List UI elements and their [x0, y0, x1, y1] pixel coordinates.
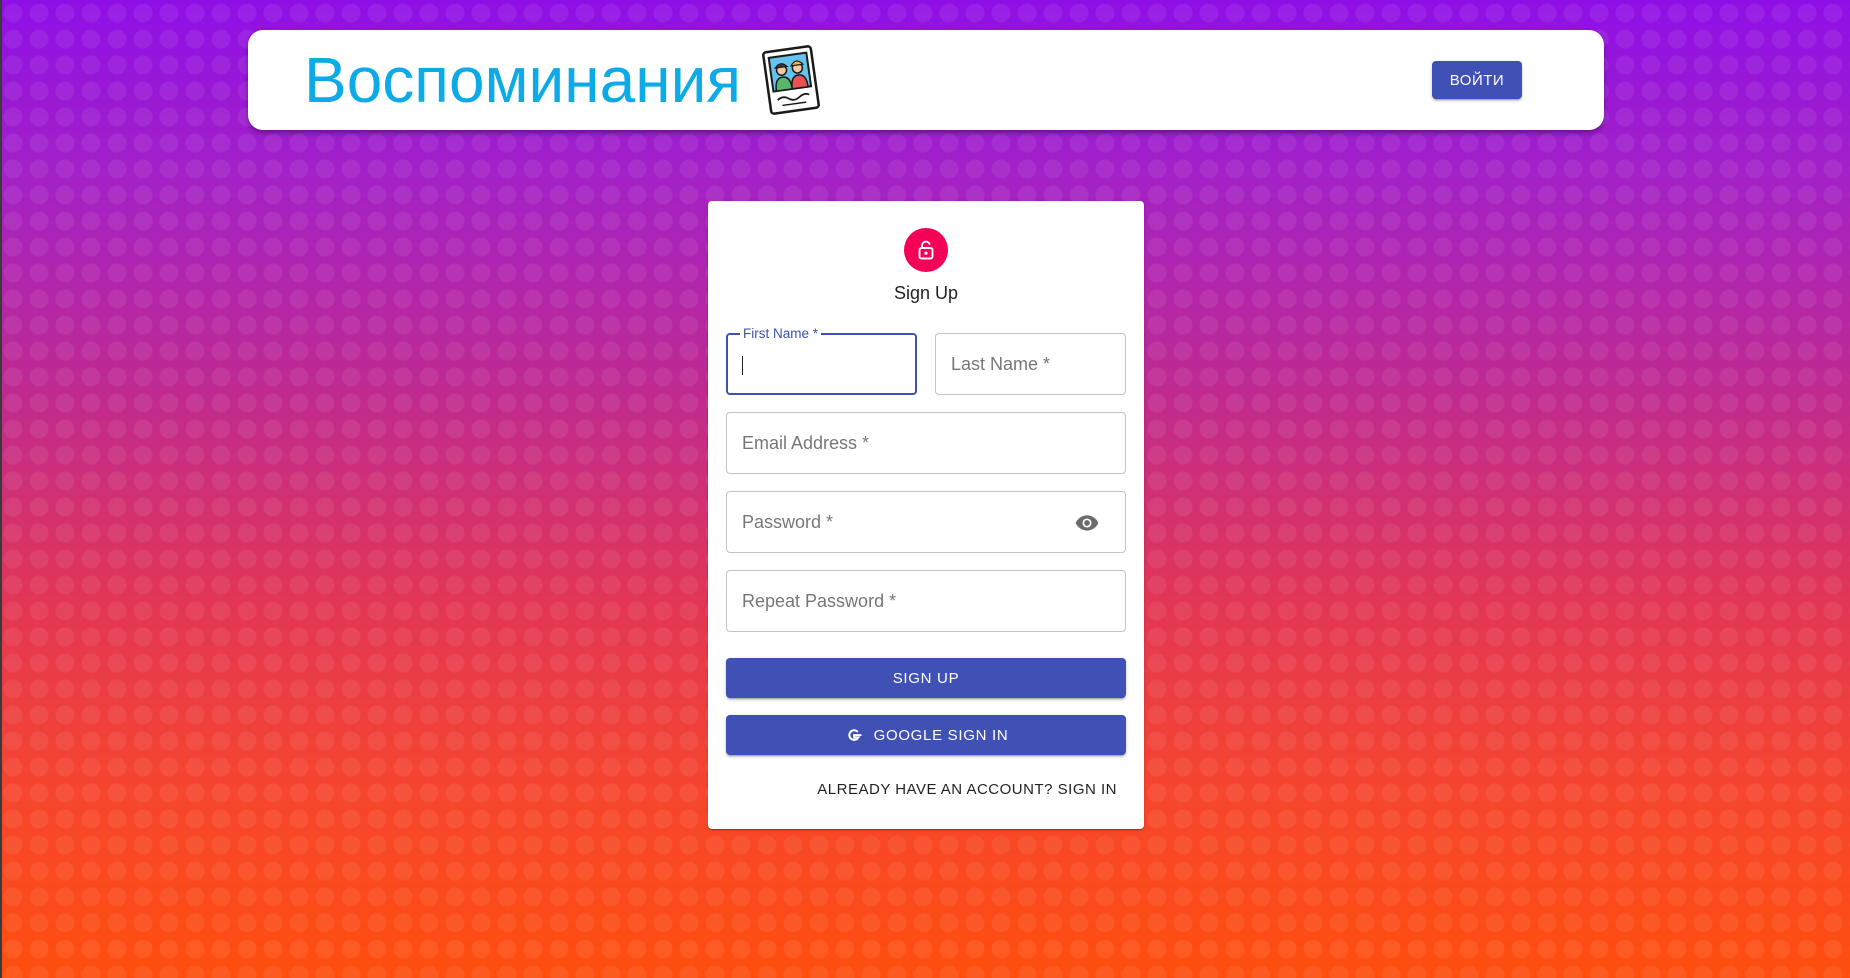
form-title: Sign Up: [893, 283, 959, 303]
signup-button[interactable]: SIGN UP: [726, 658, 1126, 698]
signup-card: Sign Up First Name * Last Name * Email A…: [708, 201, 1144, 829]
email-field[interactable]: Email Address *: [726, 412, 1126, 474]
google-signin-button[interactable]: GOOGLE SIGN IN: [726, 715, 1126, 755]
login-button[interactable]: ВОЙТИ: [1432, 61, 1522, 99]
email-input[interactable]: [727, 413, 1125, 473]
last-name-input[interactable]: [936, 334, 1125, 394]
first-name-input[interactable]: [728, 335, 915, 393]
signin-switch-link[interactable]: ALREADY HAVE AN ACCOUNT? SIGN IN: [817, 781, 1117, 798]
password-input[interactable]: [727, 492, 1125, 552]
window-edge: [0, 0, 2, 978]
signup-button-label: SIGN UP: [892, 669, 960, 687]
repeat-password-field[interactable]: Repeat Password *: [726, 570, 1126, 632]
memories-photo-icon: [759, 45, 823, 115]
google-button-label: GOOGLE SIGN IN: [873, 726, 1009, 744]
eye-icon[interactable]: [1073, 509, 1101, 537]
app-bar: Воспоминания ВОЙТИ: [248, 30, 1604, 130]
lock-avatar: [904, 228, 948, 272]
google-icon: [844, 725, 864, 745]
last-name-field[interactable]: Last Name *: [935, 333, 1126, 395]
lock-icon: [914, 238, 938, 262]
brand-title: Воспоминания: [304, 44, 741, 116]
password-field[interactable]: Password *: [726, 491, 1126, 553]
first-name-field[interactable]: First Name *: [726, 326, 917, 395]
repeat-password-input[interactable]: [727, 571, 1125, 631]
brand[interactable]: Воспоминания: [304, 40, 823, 120]
